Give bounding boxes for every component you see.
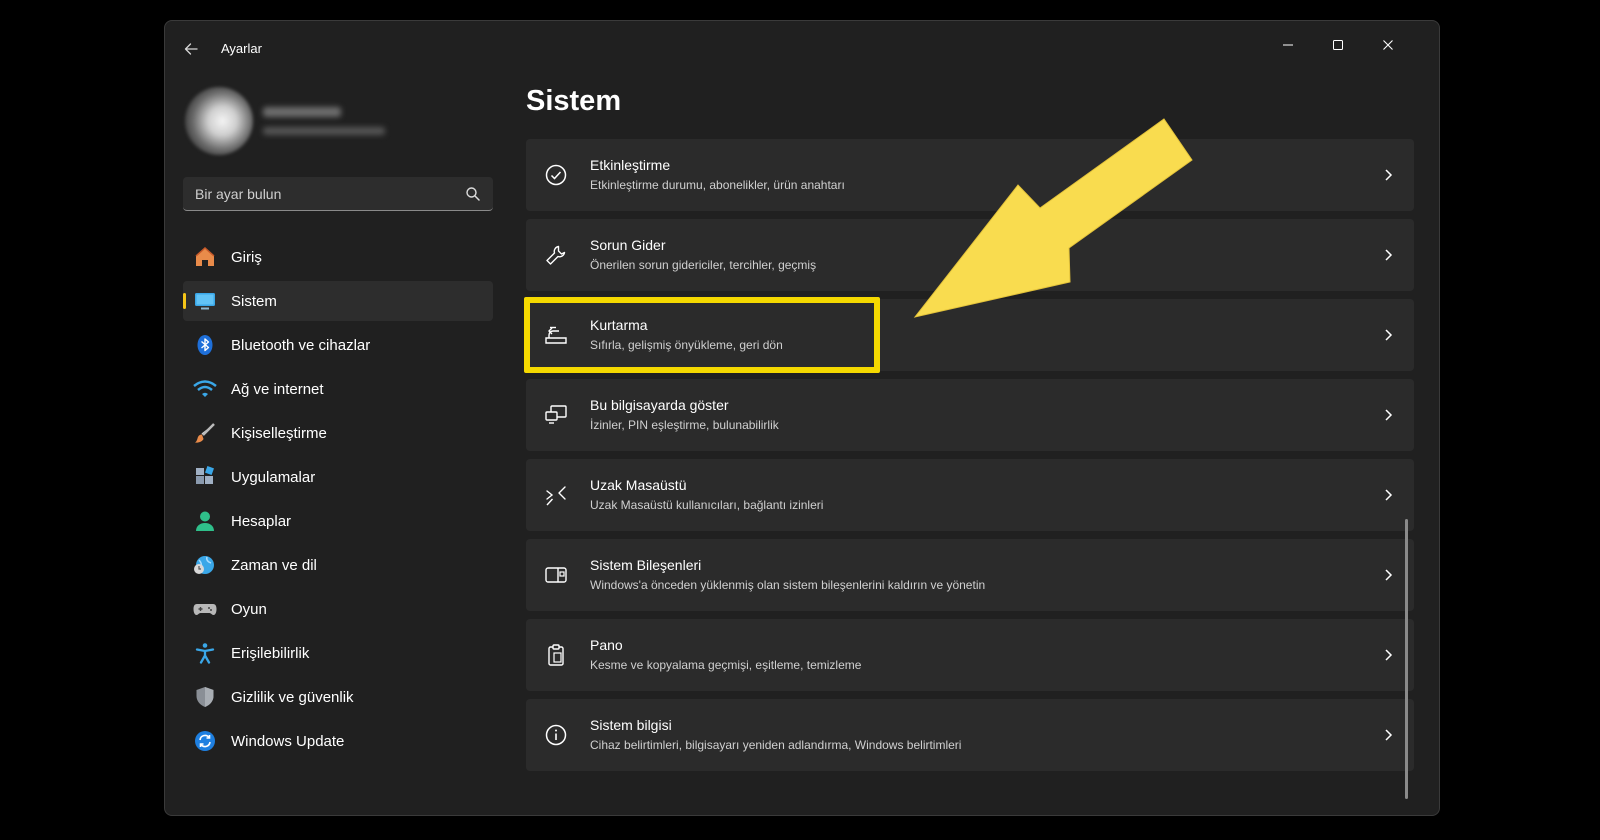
bluetooth-icon <box>193 333 217 357</box>
update-icon <box>193 729 217 753</box>
card-troubleshoot[interactable]: Sorun Gider Önerilen sorun gidericiler, … <box>526 219 1414 291</box>
sidebar-item-gaming[interactable]: Oyun <box>183 589 493 629</box>
sidebar-item-label: Bluetooth ve cihazlar <box>231 336 371 354</box>
sidebar-item-label: Kişiselleştirme <box>231 424 327 442</box>
chevron-right-icon <box>1385 729 1393 741</box>
user-name-blurred <box>263 107 341 117</box>
sidebar-item-label: Gizlilik ve güvenlik <box>231 688 354 706</box>
sidebar-item-accessibility[interactable]: Erişilebilirlik <box>183 633 493 673</box>
sidebar-item-time-language[interactable]: Zaman ve dil <box>183 545 493 585</box>
card-title: Sorun Gider <box>590 237 666 253</box>
check-circle-icon <box>545 164 567 186</box>
maximize-icon <box>1333 40 1343 50</box>
scrollbar[interactable] <box>1405 519 1408 799</box>
sidebar-item-label: Oyun <box>231 600 267 618</box>
wrench-icon <box>546 245 566 265</box>
card-subtitle: Sıfırla, gelişmiş önyükleme, geri dön <box>590 338 783 352</box>
sidebar-item-privacy[interactable]: Gizlilik ve güvenlik <box>183 677 493 717</box>
apps-icon <box>193 465 217 489</box>
search-icon[interactable] <box>465 186 481 202</box>
sidebar-item-personalization[interactable]: Kişiselleştirme <box>183 413 493 453</box>
sidebar-item-label: Erişilebilirlik <box>231 644 310 662</box>
card-title: Etkinleştirme <box>590 157 671 173</box>
info-icon <box>545 724 567 746</box>
card-activation[interactable]: Etkinleştirme Etkinleştirme durumu, abon… <box>526 139 1414 211</box>
close-icon <box>1383 40 1393 50</box>
sidebar-item-label: Giriş <box>231 248 262 266</box>
sidebar-item-label: Ağ ve internet <box>231 380 324 398</box>
card-title: Pano <box>590 637 623 653</box>
sidebar-item-label: Uygulamalar <box>231 468 316 486</box>
back-arrow-icon <box>184 43 198 55</box>
card-title: Sistem bilgisi <box>590 717 672 733</box>
chevron-right-icon <box>1385 249 1393 261</box>
remote-desktop-icon <box>546 486 566 506</box>
sidebar-item-windows-update[interactable]: Windows Update <box>183 721 493 761</box>
card-subtitle: İzinler, PIN eşleştirme, bulunabilirlik <box>590 418 779 432</box>
sidebar-item-label: Zaman ve dil <box>231 556 317 574</box>
sidebar-item-giris[interactable]: Giriş <box>183 237 493 277</box>
maximize-button[interactable] <box>1315 29 1361 61</box>
search-box[interactable] <box>183 177 493 211</box>
minimize-button[interactable] <box>1265 29 1311 61</box>
settings-list: Etkinleştirme Etkinleştirme durumu, abon… <box>524 139 1414 779</box>
highlight-box <box>524 297 880 373</box>
user-profile[interactable] <box>185 85 485 155</box>
sidebar-item-accounts[interactable]: Hesaplar <box>183 501 493 541</box>
sidebar-item-label: Windows Update <box>231 732 345 750</box>
components-icon <box>545 567 567 583</box>
sidebar-item-label: Hesaplar <box>231 512 292 530</box>
card-system-components[interactable]: Sistem Bileşenleri Windows'a önceden yük… <box>526 539 1414 611</box>
person-icon <box>193 509 217 533</box>
card-title: Sistem Bileşenleri <box>590 557 702 573</box>
card-title: Uzak Masaüstü <box>590 477 687 493</box>
sidebar-item-bluetooth[interactable]: Bluetooth ve cihazlar <box>183 325 493 365</box>
sidebar-item-label: Sistem <box>231 292 277 310</box>
card-clipboard[interactable]: Pano Kesme ve kopyalama geçmişi, eşitlem… <box>526 619 1414 691</box>
monitor-icon <box>193 289 217 313</box>
gamepad-icon <box>193 597 217 621</box>
app-title: Ayarlar <box>221 41 262 56</box>
sidebar-item-sistem[interactable]: Sistem <box>183 281 493 321</box>
minimize-icon <box>1283 44 1293 46</box>
wifi-icon <box>193 377 217 401</box>
card-subtitle: Cihaz belirtimleri, bilgisayarı yeniden … <box>590 738 962 752</box>
chevron-right-icon <box>1385 569 1393 581</box>
page-title: Sistem <box>526 85 622 117</box>
card-about[interactable]: Sistem bilgisi Cihaz belirtimleri, bilgi… <box>526 699 1414 771</box>
title-bar: Ayarlar <box>165 21 1439 77</box>
card-project-to-pc[interactable]: Bu bilgisayarda göster İzinler, PIN eşle… <box>526 379 1414 451</box>
back-button[interactable] <box>179 37 203 61</box>
sidebar-item-network[interactable]: Ağ ve internet <box>183 369 493 409</box>
card-title: Kurtarma <box>590 317 648 333</box>
avatar <box>185 87 253 155</box>
card-subtitle: Önerilen sorun gidericiler, tercihler, g… <box>590 258 817 272</box>
recovery-icon <box>545 326 567 344</box>
card-remote-desktop[interactable]: Uzak Masaüstü Uzak Masaüstü kullanıcılar… <box>526 459 1414 531</box>
settings-window: Ayarlar Giriş <box>164 20 1440 816</box>
clipboard-icon <box>548 644 564 666</box>
user-email-blurred <box>263 127 385 135</box>
chevron-right-icon <box>1385 329 1393 341</box>
chevron-right-icon <box>1385 169 1393 181</box>
globe-clock-icon <box>193 553 217 577</box>
card-subtitle: Etkinleştirme durumu, abonelikler, ürün … <box>590 178 845 192</box>
chevron-right-icon <box>1385 489 1393 501</box>
chevron-right-icon <box>1385 649 1393 661</box>
card-recovery[interactable]: Kurtarma Sıfırla, gelişmiş önyükleme, ge… <box>524 297 1414 373</box>
card-subtitle: Kesme ve kopyalama geçmişi, eşitleme, te… <box>590 658 862 672</box>
home-icon <box>193 245 217 269</box>
chevron-right-icon <box>1385 409 1393 421</box>
card-subtitle: Windows'a önceden yüklenmiş olan sistem … <box>590 578 986 592</box>
card-subtitle: Uzak Masaüstü kullanıcıları, bağlantı iz… <box>590 498 824 512</box>
search-input[interactable] <box>193 177 457 211</box>
card-title: Bu bilgisayarda göster <box>590 397 729 413</box>
shield-icon <box>193 685 217 709</box>
accessibility-icon <box>193 641 217 665</box>
brush-icon <box>193 421 217 445</box>
project-icon <box>545 405 567 424</box>
sidebar-item-apps[interactable]: Uygulamalar <box>183 457 493 497</box>
sidebar-nav: Giriş Sistem Bluetooth ve cihazlar Ağ ve… <box>183 237 493 765</box>
close-button[interactable] <box>1365 29 1411 61</box>
